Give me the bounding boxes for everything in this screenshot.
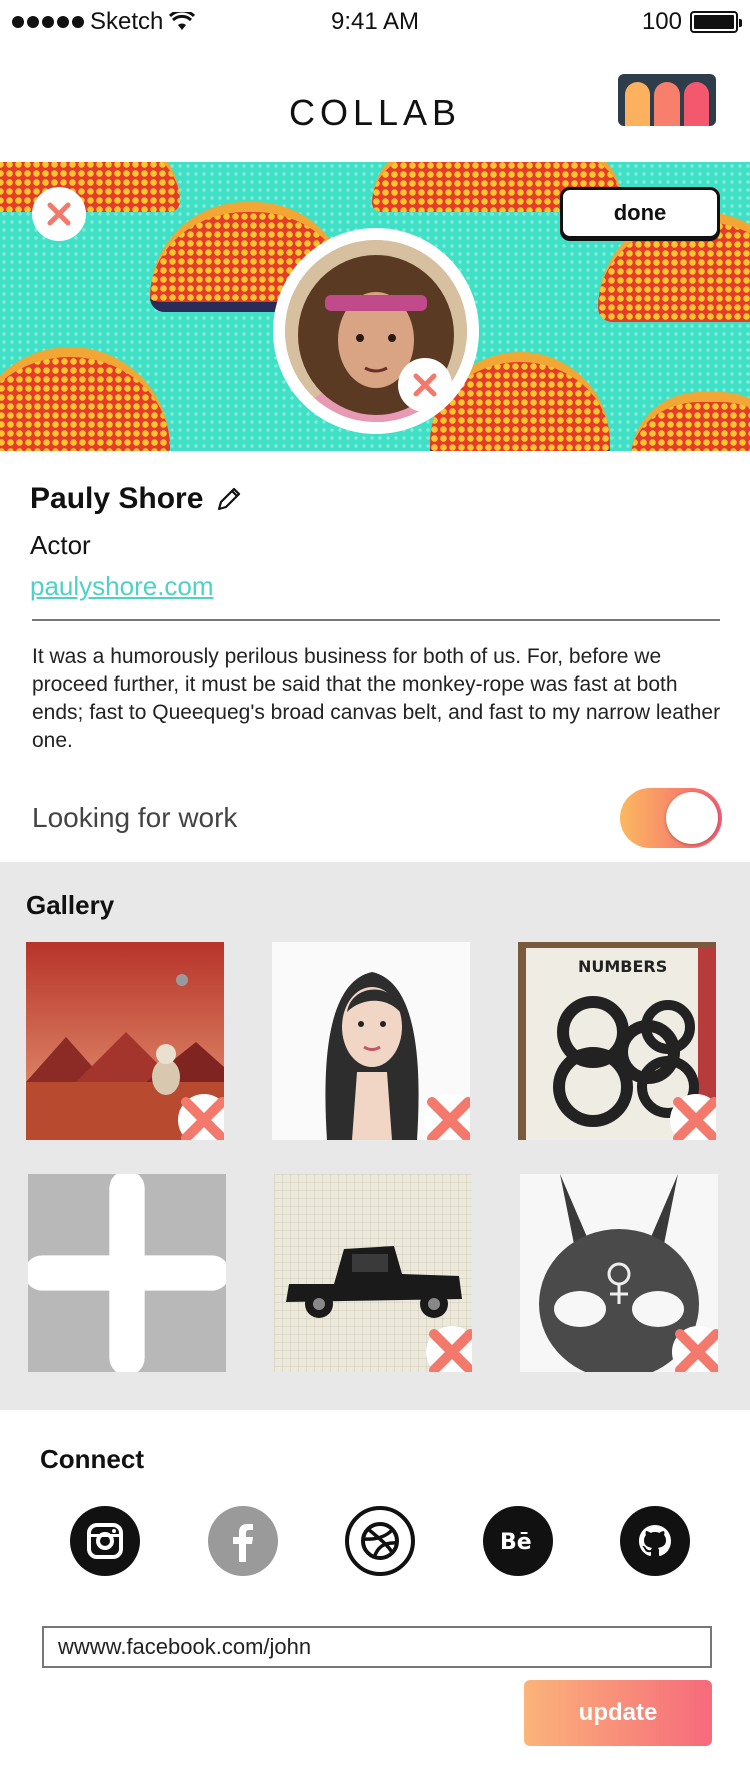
profile-avatar[interactable] bbox=[273, 228, 479, 434]
svg-text:NUMBERS: NUMBERS bbox=[578, 957, 667, 976]
instagram-icon bbox=[87, 1523, 123, 1559]
profile-role: Actor bbox=[30, 530, 91, 560]
remove-gallery-item-button[interactable] bbox=[424, 1094, 470, 1140]
remove-cover-button[interactable] bbox=[32, 187, 86, 241]
svg-text:Bē: Bē bbox=[500, 1530, 532, 1555]
remove-gallery-item-button[interactable] bbox=[670, 1094, 716, 1140]
status-time: 9:41 AM bbox=[330, 8, 420, 35]
gallery-item-woman-watercolor-portrait[interactable] bbox=[272, 942, 470, 1140]
remove-gallery-item-button[interactable] bbox=[672, 1326, 718, 1372]
remove-avatar-button[interactable] bbox=[398, 358, 452, 412]
gallery-section: Gallery NUMBERS bbox=[0, 862, 750, 1410]
gallery-title: Gallery bbox=[26, 890, 115, 920]
close-icon bbox=[181, 1097, 224, 1140]
looking-for-work-row: Looking for work bbox=[32, 788, 722, 848]
pencil-icon[interactable] bbox=[215, 485, 243, 513]
behance-button[interactable]: Bē bbox=[482, 1506, 553, 1576]
taco-pattern bbox=[0, 347, 170, 451]
logo-arch-2 bbox=[654, 82, 680, 126]
facebook-icon bbox=[232, 1524, 253, 1562]
profile-bio: It was a humorously perilous business fo… bbox=[32, 645, 721, 752]
remove-gallery-item-button[interactable] bbox=[426, 1326, 472, 1372]
name-row: Pauly Shore bbox=[30, 482, 720, 516]
divider bbox=[32, 619, 720, 621]
close-icon bbox=[673, 1097, 716, 1140]
social-links: Bē bbox=[70, 1506, 690, 1576]
dribbble-button[interactable] bbox=[345, 1506, 415, 1576]
behance-icon: Bē bbox=[500, 1530, 532, 1555]
battery-percent: 100 bbox=[641, 8, 682, 35]
plus-icon bbox=[28, 1174, 226, 1372]
looking-for-work-toggle[interactable] bbox=[620, 788, 722, 848]
connect-title: Connect bbox=[40, 1444, 144, 1474]
looking-for-work-label: Looking for work bbox=[32, 802, 238, 833]
gallery-item-bunny-mask-illustration[interactable] bbox=[520, 1174, 718, 1372]
facebook-button[interactable] bbox=[207, 1506, 278, 1576]
status-bar: Sketch 9:41 AM 100 bbox=[0, 0, 750, 44]
gallery-item-mars-astronaut-art[interactable] bbox=[26, 942, 224, 1140]
battery-icon bbox=[690, 11, 742, 33]
add-photo-button[interactable] bbox=[28, 1174, 226, 1372]
update-button[interactable]: update bbox=[524, 1680, 712, 1746]
profile-name: Pauly Shore bbox=[30, 482, 204, 515]
instagram-button[interactable] bbox=[70, 1506, 140, 1576]
taco-pattern bbox=[0, 162, 180, 212]
gallery-item-black-pickup-truck-drawing[interactable] bbox=[274, 1174, 472, 1372]
taco-pattern bbox=[630, 392, 750, 451]
dribbble-icon bbox=[361, 1522, 399, 1560]
gallery-item-numbers-808-sketchbook[interactable]: NUMBERS bbox=[518, 942, 716, 1140]
logo-arch-3 bbox=[683, 82, 709, 126]
github-icon bbox=[639, 1525, 671, 1556]
social-url-input[interactable] bbox=[42, 1626, 712, 1668]
close-icon bbox=[427, 1097, 470, 1140]
profile-website-link[interactable]: paulyshore.com bbox=[30, 571, 214, 602]
close-icon bbox=[47, 202, 71, 226]
github-button[interactable] bbox=[620, 1506, 690, 1576]
status-right: 100 bbox=[641, 8, 742, 36]
close-icon bbox=[675, 1329, 718, 1372]
app-header: COLLAB bbox=[0, 52, 750, 162]
toggle-knob bbox=[666, 792, 718, 844]
profile-info: Pauly Shore Actor paulyshore.com bbox=[30, 460, 720, 602]
done-button[interactable]: done bbox=[560, 187, 720, 239]
collab-logo-icon[interactable] bbox=[618, 74, 716, 126]
logo-arch-1 bbox=[625, 82, 651, 126]
close-icon bbox=[413, 373, 437, 397]
remove-gallery-item-button[interactable] bbox=[178, 1094, 224, 1140]
close-icon bbox=[429, 1329, 472, 1372]
